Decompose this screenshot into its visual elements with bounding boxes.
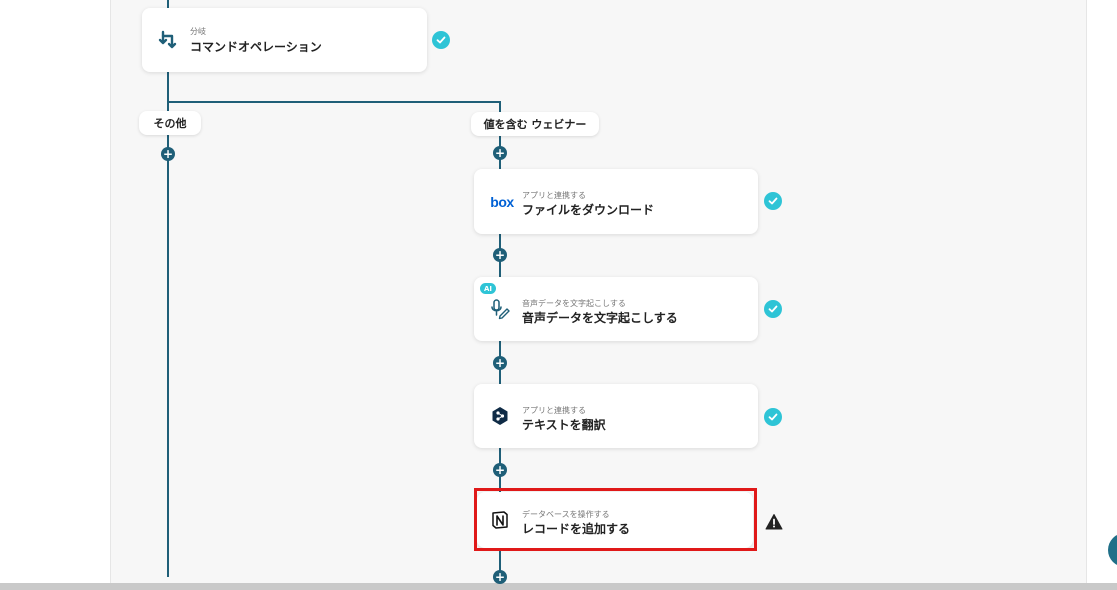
- check-icon: [764, 408, 782, 426]
- deepl-logo-icon: [488, 404, 512, 428]
- horizontal-scrollbar[interactable]: [0, 583, 1117, 590]
- step-card-translate-text[interactable]: アプリと連携する テキストを翻訳: [474, 384, 758, 448]
- step-card-download-file[interactable]: box アプリと連携する ファイルをダウンロード: [474, 169, 758, 234]
- ai-badge: AI: [480, 283, 496, 294]
- check-icon: [432, 31, 450, 49]
- warning-icon: [765, 513, 783, 531]
- connector-trunk: [167, 72, 169, 103]
- add-step-button[interactable]: +: [493, 356, 507, 370]
- check-icon: [764, 300, 782, 318]
- add-step-button[interactable]: +: [493, 463, 507, 477]
- connector-trunk: [167, 0, 169, 8]
- step-card-subtitle: アプリと連携する: [522, 191, 586, 200]
- step-card-transcribe-audio[interactable]: AI 音声データを文字起こしする 音声データを文字起こしする: [474, 277, 758, 341]
- highlight-box: [474, 488, 757, 551]
- add-step-button[interactable]: +: [161, 147, 175, 161]
- branch-label-contains[interactable]: 値を含む ウェビナー: [471, 112, 599, 136]
- branch-label-other[interactable]: その他: [139, 111, 201, 135]
- step-card-title: テキストを翻訳: [522, 418, 606, 432]
- branch-icon: [156, 28, 180, 52]
- step-card-title: ファイルをダウンロード: [522, 203, 655, 217]
- add-step-button[interactable]: +: [493, 146, 507, 160]
- microphone-pen-icon: [488, 297, 512, 321]
- branch-card[interactable]: 分岐 コマンドオペレーション: [142, 8, 427, 72]
- step-card-title: 音声データを文字起こしする: [522, 311, 678, 325]
- add-step-button[interactable]: +: [493, 248, 507, 262]
- box-logo-icon: box: [488, 190, 516, 214]
- add-step-button[interactable]: +: [493, 570, 507, 584]
- help-fab-button[interactable]: [1108, 533, 1117, 567]
- connector-other-branch: [167, 101, 169, 577]
- box-logo-text: box: [490, 193, 514, 210]
- step-card-subtitle: 音声データを文字起こしする: [522, 299, 626, 308]
- connector-branch-split: [167, 101, 501, 103]
- step-card-subtitle: アプリと連携する: [522, 406, 586, 415]
- check-icon: [764, 192, 782, 210]
- branch-card-subtitle: 分岐: [190, 27, 206, 36]
- branch-card-title: コマンドオペレーション: [190, 40, 322, 54]
